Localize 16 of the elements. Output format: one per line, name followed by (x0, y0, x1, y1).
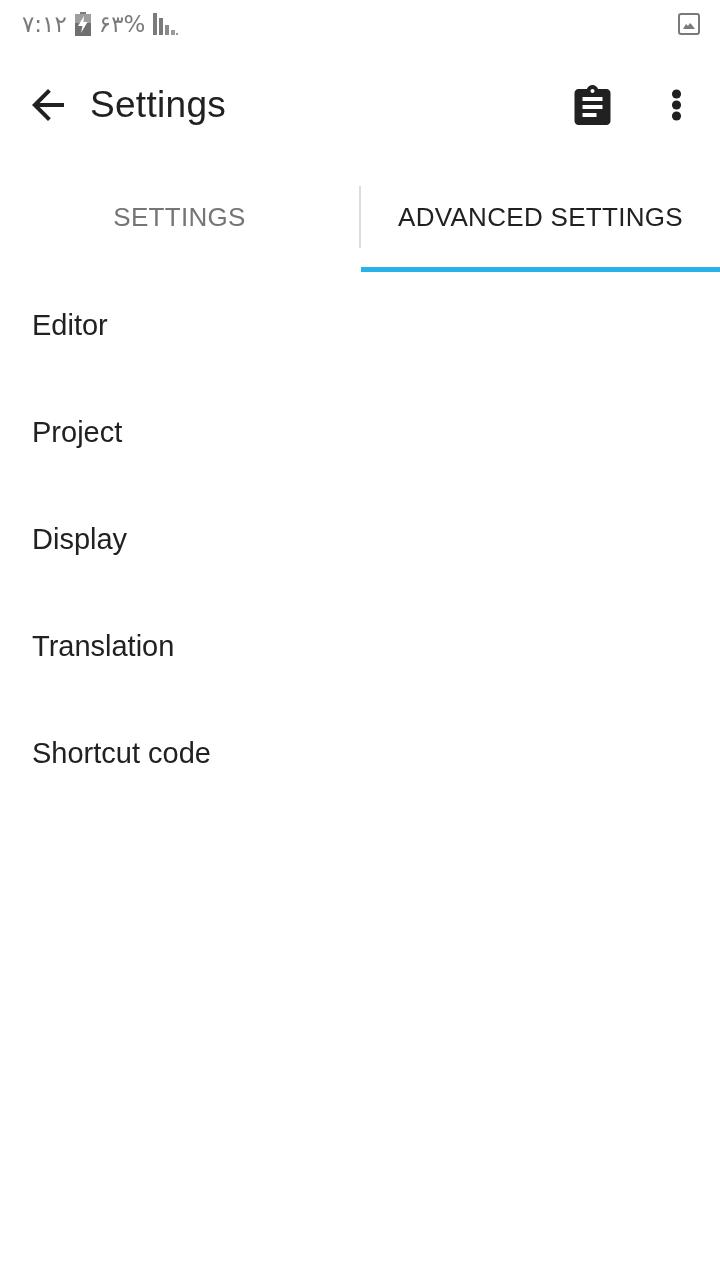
settings-list-item[interactable]: Project (0, 379, 720, 486)
battery-percent: ۶۳% (98, 12, 146, 36)
tab[interactable]: ADVANCED SETTINGS (361, 162, 720, 272)
tab[interactable]: SETTINGS (0, 162, 359, 272)
settings-list-item[interactable]: Translation (0, 593, 720, 700)
more-options-icon (671, 89, 682, 121)
image-notification-icon (678, 13, 700, 35)
settings-list-item[interactable]: Editor (0, 272, 720, 379)
battery-charging-icon (74, 12, 91, 36)
signal-icon (153, 13, 179, 35)
clipboard-icon (574, 85, 611, 125)
settings-list-item[interactable]: Display (0, 486, 720, 593)
toolbar-title: Settings (90, 83, 227, 128)
back-arrow-icon (32, 89, 64, 121)
status-time: ۷:۱۲ (22, 12, 67, 36)
settings-list-item[interactable]: Shortcut code (0, 700, 720, 807)
